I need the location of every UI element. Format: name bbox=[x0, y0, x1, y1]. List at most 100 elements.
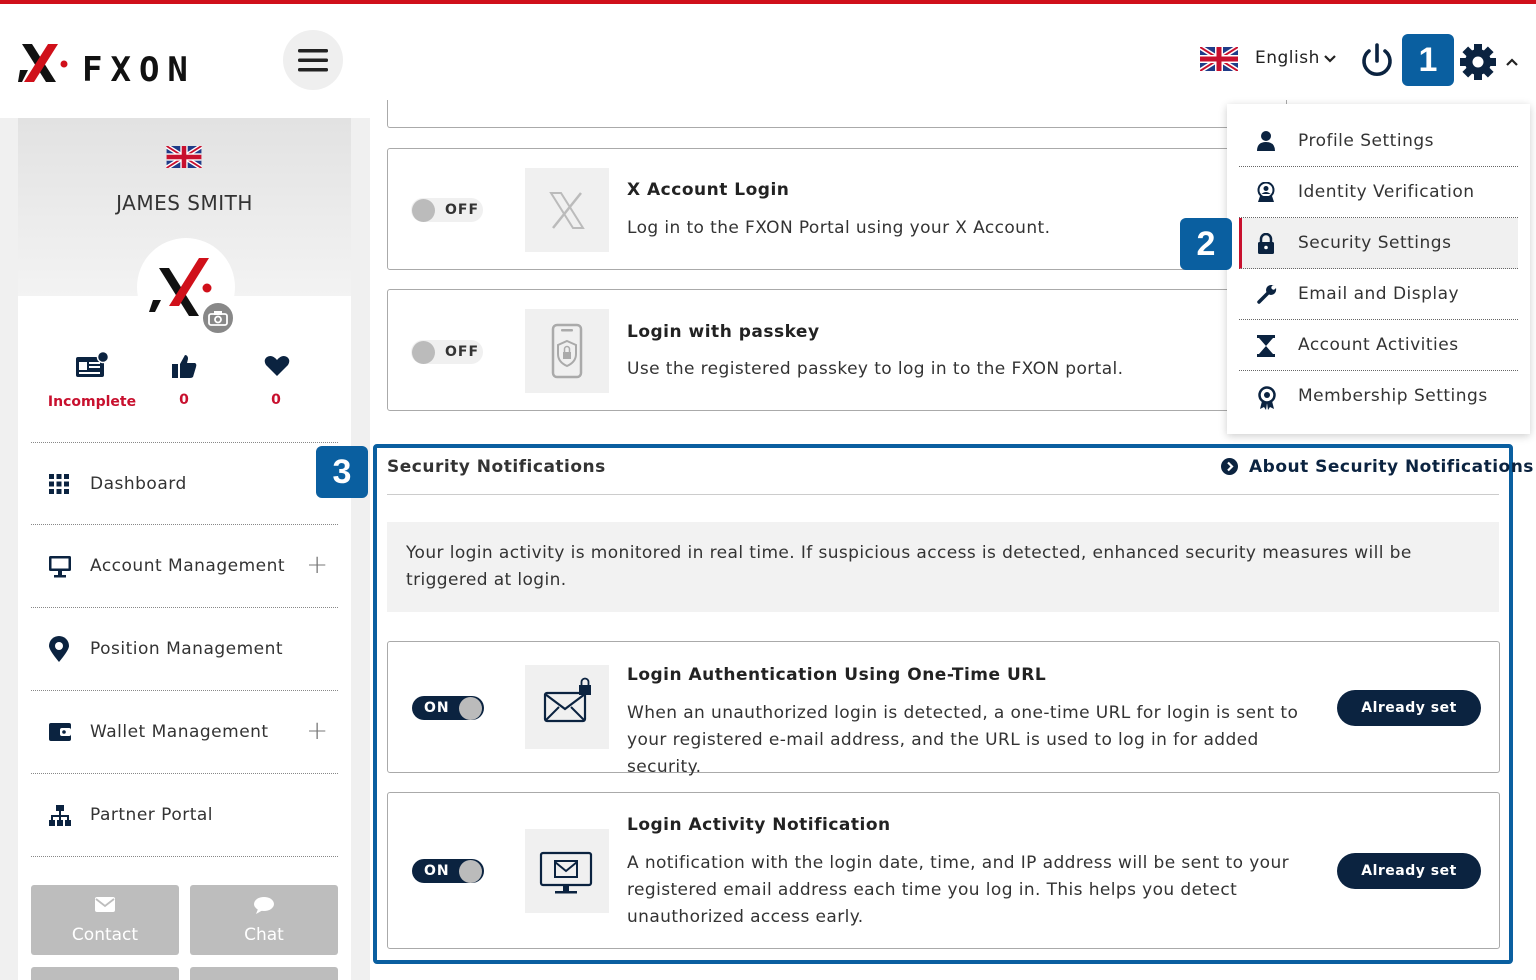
card-title: Login Authentication Using One-Time URL bbox=[627, 665, 1047, 685]
x-logo-icon bbox=[549, 192, 585, 229]
already-set-button[interactable]: Already set bbox=[1337, 853, 1481, 889]
toggle-knob bbox=[412, 199, 435, 222]
sidebar-button-partial[interactable] bbox=[190, 967, 338, 980]
card-partial bbox=[387, 100, 1287, 128]
logout-power-icon[interactable] bbox=[1358, 42, 1396, 80]
change-photo-button[interactable] bbox=[201, 301, 235, 335]
chevron-circle-right-icon[interactable] bbox=[1221, 458, 1238, 475]
menu-item-label: Security Settings bbox=[1298, 233, 1452, 253]
card-description: When an unauthorized login is detected, … bbox=[627, 703, 1299, 777]
contact-button[interactable]: Contact bbox=[31, 885, 179, 955]
menu-item-label: Account Activities bbox=[1298, 335, 1459, 355]
divider bbox=[31, 524, 338, 525]
menu-item-label: Identity Verification bbox=[1298, 182, 1475, 202]
org-chart-icon bbox=[49, 805, 71, 826]
divider bbox=[31, 607, 338, 608]
toggle-knob bbox=[459, 697, 482, 720]
login-option-card: OFF Login with passkey Use the registere… bbox=[387, 289, 1287, 411]
toggle-knob bbox=[412, 341, 435, 364]
card-description: Use the registered passkey to log in to … bbox=[627, 359, 1124, 379]
chat-bubble-icon bbox=[254, 897, 274, 914]
gear-icon[interactable] bbox=[1458, 42, 1498, 82]
chevron-up-icon[interactable] bbox=[1505, 56, 1519, 68]
toggle-state: OFF bbox=[445, 202, 480, 218]
card-title: X Account Login bbox=[627, 180, 790, 200]
step-badge-3: 3 bbox=[316, 446, 368, 498]
uk-flag-icon bbox=[166, 146, 202, 168]
monitor-mail-icon bbox=[539, 851, 593, 894]
heart-icon bbox=[264, 356, 290, 376]
fxon-logo-icon[interactable] bbox=[18, 40, 70, 86]
menu-item-profile-settings[interactable]: Profile Settings bbox=[1239, 116, 1518, 167]
info-text: Your login activity is monitored in real… bbox=[406, 543, 1412, 590]
sidebar-item-label: Position Management bbox=[90, 639, 284, 659]
expand-plus-icon[interactable]: + bbox=[306, 718, 328, 744]
favorites-count: 0 bbox=[271, 392, 281, 408]
menu-item-security-settings[interactable]: Security Settings bbox=[1239, 218, 1518, 269]
sidebar-item-position-management[interactable]: Position Management bbox=[31, 625, 338, 675]
divider bbox=[31, 690, 338, 691]
login-option-card: OFF X Account Login Log in to the FXON P… bbox=[387, 148, 1287, 270]
contact-label: Contact bbox=[71, 925, 139, 945]
menu-item-account-activities[interactable]: Account Activities bbox=[1239, 320, 1518, 371]
sidebar-item-partner-portal[interactable]: Partner Portal bbox=[31, 791, 338, 841]
lock-icon bbox=[1258, 233, 1274, 254]
dropdown-caret bbox=[1462, 90, 1494, 104]
thumbs-up-icon bbox=[172, 355, 197, 378]
step-badge-1: 1 bbox=[1402, 34, 1454, 86]
sidebar-item-account-management[interactable]: Account Management + bbox=[31, 542, 338, 592]
sidebar-button-partial[interactable] bbox=[31, 967, 179, 980]
already-set-button[interactable]: Already set bbox=[1337, 690, 1481, 726]
id-verify-icon bbox=[1257, 182, 1275, 202]
hamburger-icon bbox=[298, 49, 328, 72]
uk-flag-icon[interactable] bbox=[1200, 47, 1238, 71]
wrench-icon bbox=[1257, 285, 1277, 304]
toggle-state: OFF bbox=[445, 344, 480, 360]
icon-box bbox=[525, 829, 609, 913]
monitor-icon bbox=[49, 556, 71, 578]
wallet-icon bbox=[49, 723, 71, 741]
sidebar-item-dashboard[interactable]: Dashboard bbox=[31, 460, 338, 510]
likes-count: 0 bbox=[179, 392, 189, 408]
icon-box bbox=[525, 309, 609, 393]
verification-status: Incomplete bbox=[47, 394, 137, 410]
card-title: Login with passkey bbox=[627, 322, 820, 342]
one-time-url-toggle[interactable]: ON bbox=[412, 696, 484, 720]
toggle-state: ON bbox=[424, 700, 450, 716]
language-selector[interactable]: English bbox=[1255, 48, 1320, 68]
award-icon bbox=[1258, 386, 1276, 410]
hourglass-icon bbox=[1257, 335, 1275, 357]
passkey-phone-icon bbox=[551, 323, 583, 379]
menu-item-label: Email and Display bbox=[1298, 284, 1460, 304]
sidebar-item-wallet-management[interactable]: Wallet Management + bbox=[31, 708, 338, 758]
toggle-state: ON bbox=[424, 863, 450, 879]
user-name: JAMES SMITH bbox=[116, 191, 253, 215]
card-description: A notification with the login date, time… bbox=[627, 853, 1290, 927]
section-title: Security Notifications bbox=[387, 457, 606, 477]
menu-item-identity-verification[interactable]: Identity Verification bbox=[1239, 167, 1518, 218]
divider bbox=[31, 442, 338, 443]
menu-toggle-button[interactable] bbox=[283, 30, 343, 90]
x-login-toggle[interactable]: OFF bbox=[411, 198, 483, 222]
passkey-toggle[interactable]: OFF bbox=[411, 340, 483, 364]
divider bbox=[31, 773, 338, 774]
login-activity-toggle[interactable]: ON bbox=[412, 859, 484, 883]
sidebar-item-label: Partner Portal bbox=[90, 805, 214, 825]
settings-dropdown-menu: Profile Settings Identity Verification S… bbox=[1227, 104, 1530, 434]
menu-item-label: Profile Settings bbox=[1298, 131, 1434, 151]
sidebar-item-label: Dashboard bbox=[90, 474, 187, 494]
card-title: Login Activity Notification bbox=[627, 815, 891, 835]
card-description: Log in to the FXON Portal using your X A… bbox=[627, 218, 1051, 238]
sidebar-item-label: Wallet Management bbox=[90, 722, 269, 742]
menu-item-membership-settings[interactable]: Membership Settings bbox=[1239, 371, 1518, 422]
icon-box bbox=[525, 168, 609, 252]
info-box: Your login activity is monitored in real… bbox=[387, 522, 1499, 612]
expand-plus-icon[interactable]: + bbox=[306, 552, 328, 578]
about-security-notifications-link[interactable]: About Security Notifications bbox=[1249, 457, 1534, 477]
chevron-down-icon[interactable] bbox=[1323, 52, 1337, 66]
brand-name: FXON bbox=[82, 50, 196, 90]
id-card-icon bbox=[76, 351, 109, 377]
menu-item-email-and-display[interactable]: Email and Display bbox=[1239, 269, 1518, 320]
toggle-knob bbox=[459, 860, 482, 883]
chat-button[interactable]: Chat bbox=[190, 885, 338, 955]
